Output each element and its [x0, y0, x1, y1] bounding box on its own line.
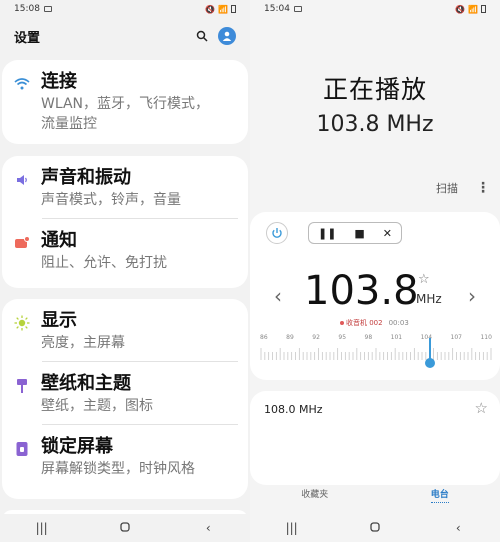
battery-icon	[231, 5, 236, 13]
scale-label: 92	[312, 334, 320, 341]
speaker-icon	[12, 170, 32, 190]
tuning-dial-ticks[interactable]	[260, 348, 492, 360]
scan-row: 扫描 ⋮	[436, 180, 490, 196]
setting-sound[interactable]: 声音和振动 声音模式，铃声，音量	[2, 156, 248, 218]
recording-info: 收音机 002 00:03	[340, 318, 409, 328]
setting-wallpaper[interactable]: 壁纸和主题 壁纸，主题，图标	[2, 362, 248, 424]
tuning-knob[interactable]	[425, 358, 435, 368]
recording-dot-icon	[340, 321, 344, 325]
setting-title: 显示	[41, 310, 77, 331]
now-playing-frequency: 103.8 MHz	[316, 112, 434, 137]
wifi-icon	[12, 74, 32, 94]
setting-title: 声音和振动	[41, 167, 131, 188]
recording-time: 00:03	[388, 319, 409, 327]
station-frequency[interactable]: 108.0 MHz	[264, 403, 323, 416]
scale-label: 95	[338, 334, 347, 341]
status-bar: 15:04 🔇 📶	[250, 0, 500, 18]
navigation-bar: ||| ‹	[0, 514, 250, 542]
settings-group-sound: 声音和振动 声音模式，铃声，音量 通知 阻止、允许、免打扰	[2, 156, 248, 288]
chevron-right-icon[interactable]: ›	[468, 284, 476, 308]
status-bar: 15:08 🔇 📶	[0, 0, 250, 18]
setting-notifications[interactable]: 通知 阻止、允许、免打扰	[2, 219, 248, 281]
now-playing-title: 正在播放	[322, 75, 427, 104]
setting-subtitle-line2: 流量监控	[41, 116, 97, 132]
battery-icon	[481, 5, 486, 13]
scale-label: 86	[260, 334, 268, 341]
recording-label: 收音机 002	[346, 319, 383, 327]
tuner-card: ❚❚ ■ ✕ ‹ › 103.8 ☆ MHz 收音机 002 00:03 86 …	[250, 212, 500, 380]
setting-subtitle: 屏幕解锁类型，时钟风格	[41, 461, 195, 477]
settings-group-display: 显示 亮度，主屏幕 壁纸和主题 壁纸，主题，图标 锁定屏幕 屏幕解锁类型，时钟风…	[2, 299, 248, 499]
setting-lockscreen[interactable]: 锁定屏幕 屏幕解锁类型，时钟风格	[2, 425, 248, 487]
close-icon[interactable]: ✕	[383, 227, 392, 240]
chevron-left-icon[interactable]: ‹	[274, 284, 282, 308]
scale-label: 89	[286, 334, 294, 341]
power-icon	[272, 228, 282, 238]
navigation-bar: ||| ‹	[250, 514, 500, 542]
home-icon[interactable]	[115, 521, 135, 535]
tab-radio[interactable]: 电台	[430, 487, 449, 503]
image-notification-icon	[293, 6, 302, 12]
scale-label: 107	[450, 334, 462, 341]
image-notification-icon	[43, 6, 52, 12]
setting-subtitle: WLAN，蓝牙，飞行模式，	[41, 96, 210, 112]
setting-subtitle: 阻止、允许、免打扰	[41, 255, 167, 271]
power-button[interactable]	[266, 222, 288, 244]
setting-title: 壁纸和主题	[41, 373, 131, 394]
stop-icon[interactable]: ■	[354, 227, 364, 240]
settings-header: 设置	[0, 18, 250, 54]
recents-icon[interactable]: |||	[32, 521, 52, 535]
brightness-icon	[12, 313, 32, 333]
setting-subtitle: 亮度，主屏幕	[41, 335, 125, 351]
notification-icon	[12, 233, 32, 253]
station-list-card: 108.0 MHz ☆	[250, 391, 500, 485]
tuner-unit: MHz	[416, 292, 442, 306]
frequency-scale: 86 89 92 95 98 101 104 107 110	[260, 334, 492, 341]
settings-group-connections: 连接 WLAN，蓝牙，飞行模式， 流量监控	[2, 60, 248, 144]
brush-icon	[12, 376, 32, 396]
setting-connections[interactable]: 连接 WLAN，蓝牙，飞行模式， 流量监控	[2, 60, 248, 142]
radio-screen: 15:04 🔇 📶 正在播放 103.8 MHz 扫描 ⋮ ❚❚ ■ ✕ ‹ ›…	[250, 0, 500, 542]
setting-title: 锁定屏幕	[41, 436, 113, 457]
page-title: 设置	[14, 30, 41, 46]
setting-subtitle: 壁纸，主题，图标	[41, 398, 153, 414]
account-avatar[interactable]	[218, 27, 236, 45]
wifi-status-icon: 📶	[218, 4, 228, 14]
person-icon	[222, 31, 232, 41]
clock: 15:08	[14, 4, 40, 14]
scale-label: 110	[480, 334, 492, 341]
playback-controls: ❚❚ ■ ✕	[308, 222, 402, 244]
scale-label: 101	[390, 334, 403, 341]
home-icon[interactable]	[365, 521, 385, 535]
favorite-star-icon[interactable]: ☆	[418, 272, 430, 287]
back-icon[interactable]: ‹	[448, 521, 468, 535]
recents-icon[interactable]: |||	[282, 521, 302, 535]
scan-button[interactable]: 扫描	[436, 180, 458, 196]
scale-label: 98	[364, 334, 373, 341]
lock-icon	[12, 439, 32, 459]
more-options-icon[interactable]: ⋮	[476, 180, 490, 196]
setting-title: 通知	[41, 230, 77, 251]
star-icon[interactable]: ☆	[475, 399, 488, 417]
mute-icon: 🔇	[205, 4, 216, 14]
bottom-tabs: 收藏夹 电台	[250, 487, 500, 503]
settings-screen: 15:08 🔇 📶 设置 连接 WLAN，蓝牙，飞行模式， 流量监控 声音和振动…	[0, 0, 250, 542]
wifi-status-icon: 📶	[468, 4, 478, 14]
back-icon[interactable]: ‹	[198, 521, 218, 535]
setting-title: 连接	[41, 71, 77, 92]
clock: 15:04	[264, 4, 290, 14]
setting-display[interactable]: 显示 亮度，主屏幕	[2, 299, 248, 361]
tab-favorites[interactable]: 收藏夹	[301, 487, 328, 503]
setting-subtitle: 声音模式，铃声，音量	[41, 192, 181, 208]
pause-icon[interactable]: ❚❚	[318, 227, 336, 240]
mute-icon: 🔇	[455, 4, 466, 14]
search-icon[interactable]	[196, 30, 208, 42]
tuner-frequency: 103.8	[304, 268, 419, 314]
